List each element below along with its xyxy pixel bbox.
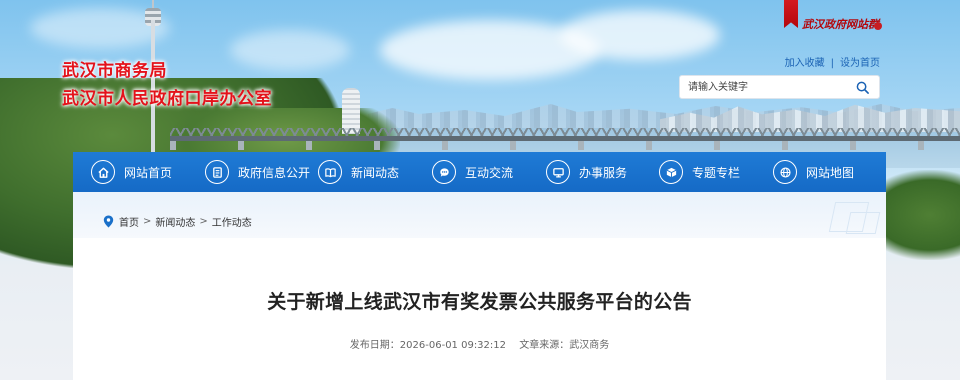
source-label: 文章来源：	[519, 340, 570, 351]
decorative-frame	[845, 212, 881, 234]
nav-item-topics[interactable]: 专题专栏	[659, 152, 773, 192]
search-box	[679, 75, 880, 99]
search-input[interactable]	[688, 79, 848, 95]
cube-icon	[659, 160, 683, 184]
nav-label: 网站首页	[124, 165, 173, 180]
nav-label: 办事服务	[579, 165, 628, 180]
site-title-port-office: 武汉市人民政府口岸办公室	[62, 89, 272, 109]
nav-item-interaction[interactable]: 互动交流	[432, 152, 546, 192]
article-source: 文章来源：武汉商务	[519, 340, 609, 351]
monitor-icon	[546, 160, 570, 184]
publish-date-value: 2026-06-01 09:32:12	[399, 340, 507, 351]
emblem-text: 武汉政府网站群	[802, 18, 879, 31]
set-homepage-link[interactable]: 设为首页	[840, 58, 880, 69]
document-icon	[205, 160, 229, 184]
source-value: 武汉商务	[569, 340, 610, 351]
gov-site-group-logo[interactable]: 武汉政府网站群	[770, 0, 890, 44]
location-pin-icon	[103, 215, 114, 228]
nav-label: 互动交流	[465, 165, 514, 180]
nav-item-home[interactable]: 网站首页	[91, 152, 205, 192]
emblem-dot-icon	[874, 22, 882, 30]
emblem-ribbon-icon	[784, 0, 798, 28]
nav-item-services[interactable]: 办事服务	[546, 152, 659, 192]
breadcrumb: 首页 > 新闻动态 > 工作动态	[103, 214, 252, 229]
add-favorite-link[interactable]: 加入收藏	[785, 58, 825, 69]
nav-label: 新闻动态	[351, 165, 400, 180]
globe-icon	[773, 160, 797, 184]
nav-item-sitemap[interactable]: 网站地图	[773, 152, 873, 192]
nav-label: 专题专栏	[692, 165, 741, 180]
breadcrumb-news-link[interactable]: 新闻动态	[155, 214, 195, 229]
book-icon	[318, 160, 342, 184]
article-meta: 发布日期：2026-06-01 09:32:12 文章来源：武汉商务	[73, 336, 886, 351]
nav-item-news[interactable]: 新闻动态	[318, 152, 432, 192]
article-title: 关于新增上线武汉市有奖发票公共服务平台的公告	[267, 291, 692, 313]
top-links: 加入收藏 | 设为首页	[785, 54, 880, 69]
content-panel: 首页 > 新闻动态 > 工作动态 关于新增上线武汉市有奖发票公共服务平台的公告 …	[73, 192, 886, 380]
nav-label: 网站地图	[806, 165, 855, 180]
nav-label: 政府信息公开	[238, 165, 311, 180]
publish-date: 发布日期：2026-06-01 09:32:12	[350, 340, 509, 351]
link-separator: |	[830, 58, 834, 69]
site-title-commerce-bureau: 武汉市商务局	[62, 61, 167, 81]
main-nav: 网站首页 政府信息公开 新闻动态 互动交流 办事服务 专题专栏 网站地图	[73, 152, 886, 192]
chat-icon	[432, 160, 456, 184]
home-icon	[91, 160, 115, 184]
breadcrumb-separator: >	[199, 216, 208, 227]
breadcrumb-separator: >	[143, 216, 152, 227]
search-icon[interactable]	[856, 81, 869, 94]
breadcrumb-strip: 首页 > 新闻动态 > 工作动态	[73, 192, 886, 238]
publish-date-label: 发布日期：	[349, 340, 400, 351]
nav-item-gov-info[interactable]: 政府信息公开	[205, 152, 318, 192]
breadcrumb-work-news-link[interactable]: 工作动态	[212, 214, 252, 229]
breadcrumb-home-link[interactable]: 首页	[119, 214, 139, 229]
